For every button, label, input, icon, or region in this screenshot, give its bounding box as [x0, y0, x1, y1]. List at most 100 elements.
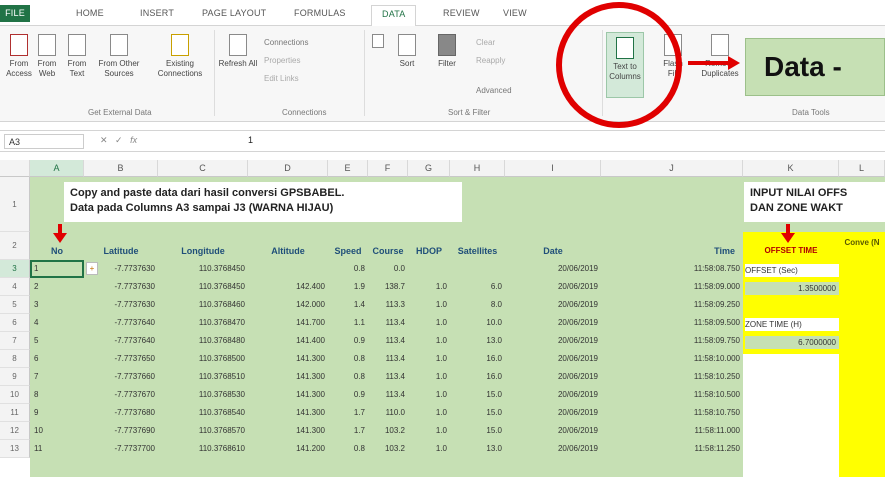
row-header-11[interactable]: 11 — [0, 404, 30, 422]
cell-date[interactable]: 20/06/2019 — [505, 316, 601, 329]
column-header-c[interactable]: C — [158, 160, 248, 177]
cell-hdop[interactable]: 1.0 — [408, 352, 450, 365]
column-header-g[interactable]: G — [408, 160, 450, 177]
tab-file[interactable]: FILE — [0, 5, 30, 22]
cell-speed[interactable]: 1.1 — [328, 316, 368, 329]
edit-links-button[interactable]: Edit Links — [264, 74, 299, 83]
tab-page-layout[interactable]: PAGE LAYOUT — [202, 8, 266, 18]
from-other-sources-button[interactable]: From Other Sources — [96, 34, 142, 79]
from-web-button[interactable]: From Web — [34, 34, 60, 79]
cell-time[interactable]: 11:58:10.500 — [601, 388, 743, 401]
cell-hdop[interactable]: 1.0 — [408, 280, 450, 293]
cell-satellites[interactable] — [450, 262, 505, 275]
from-access-button[interactable]: From Access — [6, 34, 32, 79]
cell-speed[interactable]: 0.8 — [328, 442, 368, 455]
offset-value-cell[interactable]: 1.3500000 — [745, 282, 839, 295]
zone-value-cell[interactable]: 6.7000000 — [745, 336, 839, 349]
cell-latitude[interactable]: -7.7737630 — [84, 298, 158, 311]
tab-formulas[interactable]: FORMULAS — [294, 8, 346, 18]
paste-options-icon[interactable]: + — [86, 262, 98, 275]
cell-date[interactable]: 20/06/2019 — [505, 406, 601, 419]
name-box[interactable]: A3 — [4, 134, 84, 149]
cell-no[interactable]: 8 — [30, 388, 84, 401]
cell-date[interactable]: 20/06/2019 — [505, 370, 601, 383]
cell-no[interactable]: 7 — [30, 370, 84, 383]
cell-altitude[interactable] — [248, 262, 328, 275]
cell-latitude[interactable]: -7.7737690 — [84, 424, 158, 437]
cell-longitude[interactable]: 110.3768470 — [158, 316, 248, 329]
cell-speed[interactable]: 0.8 — [328, 262, 368, 275]
cell-satellites[interactable]: 13.0 — [450, 334, 505, 347]
cell-altitude[interactable]: 142.000 — [248, 298, 328, 311]
cell-satellites[interactable]: 16.0 — [450, 352, 505, 365]
cell-hdop[interactable]: 1.0 — [408, 370, 450, 383]
cell-speed[interactable]: 0.9 — [328, 388, 368, 401]
cell-longitude[interactable]: 110.3768450 — [158, 262, 248, 275]
column-header-j[interactable]: J — [601, 160, 743, 177]
cell-course[interactable]: 103.2 — [368, 424, 408, 437]
tab-view[interactable]: VIEW — [503, 8, 527, 18]
cell-no[interactable]: 4 — [30, 316, 84, 329]
active-cell-a3[interactable] — [30, 260, 84, 278]
column-header-a[interactable]: A — [30, 160, 84, 177]
cell-longitude[interactable]: 110.3768480 — [158, 334, 248, 347]
column-header-f[interactable]: F — [368, 160, 408, 177]
cell-longitude[interactable]: 110.3768610 — [158, 442, 248, 455]
cell-date[interactable]: 20/06/2019 — [505, 442, 601, 455]
cell-course[interactable]: 113.4 — [368, 370, 408, 383]
cell-time[interactable]: 11:58:09.500 — [601, 316, 743, 329]
select-all-corner[interactable] — [0, 160, 30, 177]
column-header-b[interactable]: B — [84, 160, 158, 177]
cell-longitude[interactable]: 110.3768540 — [158, 406, 248, 419]
cell-satellites[interactable]: 15.0 — [450, 388, 505, 401]
cell-course[interactable]: 113.4 — [368, 388, 408, 401]
cell-hdop[interactable] — [408, 262, 450, 275]
cell-speed[interactable]: 0.8 — [328, 370, 368, 383]
tab-home[interactable]: HOME — [76, 8, 104, 18]
row-header-5[interactable]: 5 — [0, 296, 30, 314]
row-header-1[interactable]: 1 — [0, 177, 30, 232]
cell-time[interactable]: 11:58:10.250 — [601, 370, 743, 383]
cell-time[interactable]: 11:58:09.000 — [601, 280, 743, 293]
cell-longitude[interactable]: 110.3768450 — [158, 280, 248, 293]
existing-connections-button[interactable]: Existing Connections — [154, 34, 206, 79]
tab-review[interactable]: REVIEW — [443, 8, 480, 18]
cell-hdop[interactable]: 1.0 — [408, 406, 450, 419]
cell-time[interactable]: 11:58:09.750 — [601, 334, 743, 347]
cell-no[interactable]: 9 — [30, 406, 84, 419]
cell-course[interactable]: 103.2 — [368, 442, 408, 455]
cell-date[interactable]: 20/06/2019 — [505, 262, 601, 275]
tab-insert[interactable]: INSERT — [140, 8, 174, 18]
cell-date[interactable]: 20/06/2019 — [505, 352, 601, 365]
cell-altitude[interactable]: 141.300 — [248, 388, 328, 401]
cell-time[interactable]: 11:58:09.250 — [601, 298, 743, 311]
row-header-7[interactable]: 7 — [0, 332, 30, 350]
cell-altitude[interactable]: 141.300 — [248, 370, 328, 383]
cell-longitude[interactable]: 110.3768530 — [158, 388, 248, 401]
cell-latitude[interactable]: -7.7737630 — [84, 280, 158, 293]
cell-longitude[interactable]: 110.3768510 — [158, 370, 248, 383]
cell-altitude[interactable]: 141.400 — [248, 334, 328, 347]
cell-date[interactable]: 20/06/2019 — [505, 424, 601, 437]
cell-course[interactable]: 138.7 — [368, 280, 408, 293]
cell-latitude[interactable]: -7.7737680 — [84, 406, 158, 419]
row-header-10[interactable]: 10 — [0, 386, 30, 404]
cell-satellites[interactable]: 8.0 — [450, 298, 505, 311]
row-header-12[interactable]: 12 — [0, 422, 30, 440]
cell-satellites[interactable]: 10.0 — [450, 316, 505, 329]
cell-time[interactable]: 11:58:10.750 — [601, 406, 743, 419]
cell-course[interactable]: 0.0 — [368, 262, 408, 275]
cell-hdop[interactable]: 1.0 — [408, 334, 450, 347]
cell-no[interactable]: 5 — [30, 334, 84, 347]
cell-altitude[interactable]: 141.700 — [248, 316, 328, 329]
row-header-2[interactable]: 2 — [0, 232, 30, 260]
refresh-all-button[interactable]: Refresh All — [218, 34, 258, 69]
cell-altitude[interactable]: 142.400 — [248, 280, 328, 293]
tab-data[interactable]: DATA — [371, 5, 417, 27]
cell-latitude[interactable]: -7.7737640 — [84, 334, 158, 347]
cell-speed[interactable]: 1.9 — [328, 280, 368, 293]
cell-hdop[interactable]: 1.0 — [408, 298, 450, 311]
cell-satellites[interactable]: 16.0 — [450, 370, 505, 383]
cell-hdop[interactable]: 1.0 — [408, 442, 450, 455]
cell-altitude[interactable]: 141.200 — [248, 442, 328, 455]
